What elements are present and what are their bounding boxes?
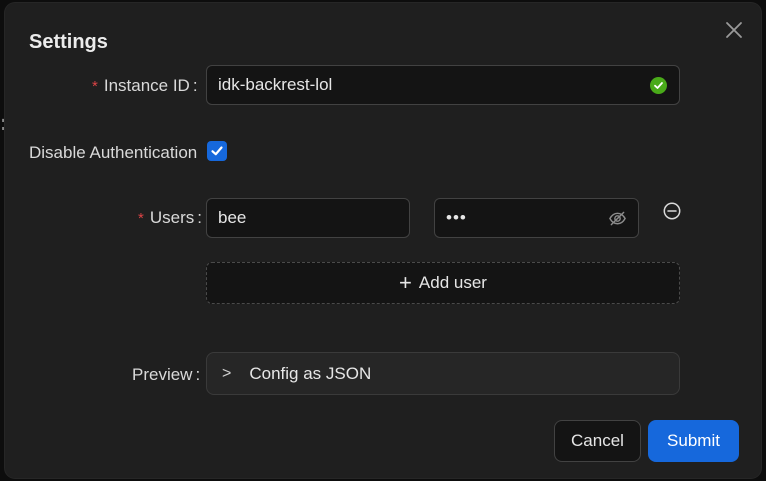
close-icon[interactable] — [723, 19, 745, 41]
preview-label: Preview: — [132, 365, 200, 385]
label-colon: : — [192, 76, 198, 95]
disable-auth-checkbox[interactable] — [207, 141, 227, 161]
password-input[interactable]: ••• — [434, 198, 639, 238]
minus-circle-icon[interactable] — [663, 202, 681, 220]
label-colon: : — [197, 208, 202, 227]
dialog-title: Settings — [29, 31, 108, 53]
label-colon: : — [195, 365, 201, 384]
username-value: bee — [218, 208, 247, 227]
chevron-right-icon: > — [222, 364, 232, 382]
check-circle-icon — [650, 76, 667, 94]
checkmark-icon — [211, 146, 223, 156]
instance-id-label: * Instance ID: — [92, 76, 198, 96]
password-mask: ••• — [446, 208, 467, 227]
cancel-button[interactable]: Cancel — [554, 420, 641, 462]
instance-id-value: idk-backrest-lol — [218, 75, 333, 94]
users-label: * Users: — [138, 208, 202, 228]
required-mark: * — [138, 210, 144, 227]
submit-button[interactable]: Submit — [648, 420, 739, 462]
add-user-button[interactable]: + Add user — [206, 262, 680, 304]
config-json-label: Config as JSON — [249, 363, 372, 383]
settings-modal: Settings * Instance ID: idk-backrest-lol … — [5, 3, 761, 478]
add-user-label: Add user — [418, 273, 487, 292]
instance-id-label-text: Instance ID — [103, 76, 190, 95]
required-mark: * — [92, 78, 98, 95]
disable-auth-label: Disable Authentication — [29, 143, 198, 162]
username-input[interactable]: bee — [206, 198, 410, 238]
preview-label-text: Preview — [132, 365, 193, 384]
config-json-collapse[interactable]: > Config as JSON — [206, 352, 680, 395]
users-label-text: Users — [149, 208, 195, 227]
plus-icon: + — [399, 270, 412, 295]
instance-id-input[interactable]: idk-backrest-lol — [206, 65, 680, 105]
eye-invisible-icon[interactable] — [608, 209, 627, 228]
